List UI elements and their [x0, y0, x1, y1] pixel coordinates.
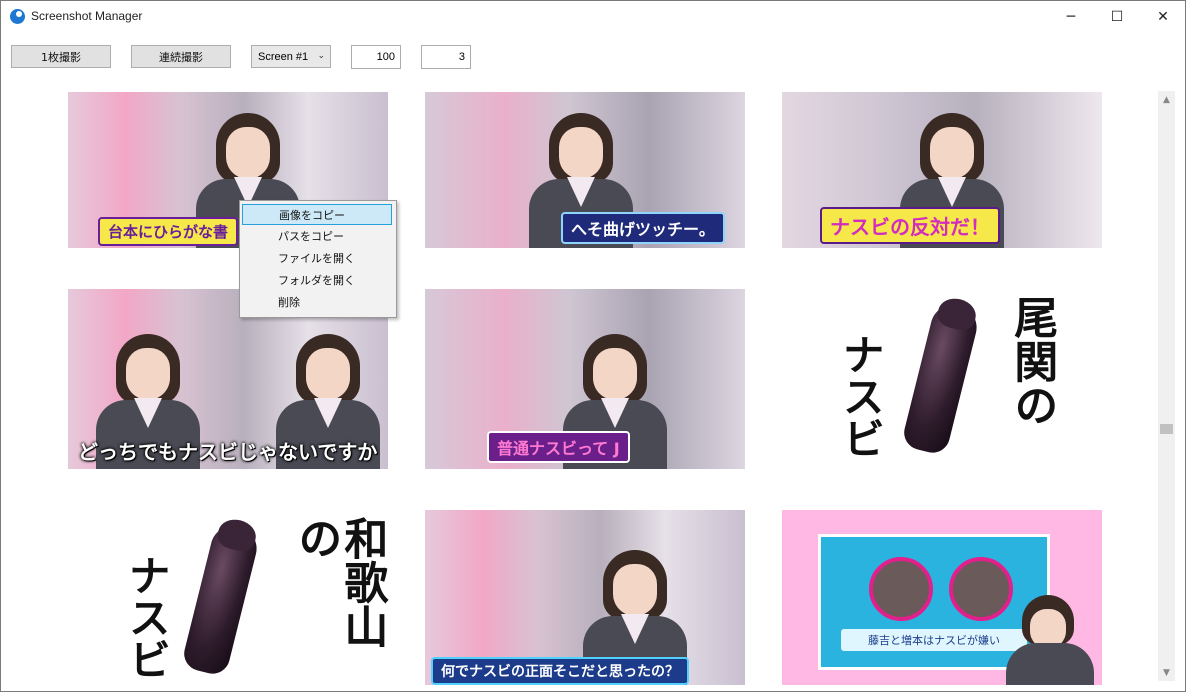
- menu-item-delete[interactable]: 削除: [242, 292, 392, 313]
- thumbnail-3[interactable]: ナスビの反対だ！: [782, 92, 1102, 248]
- eggplant-image: [900, 294, 982, 457]
- menu-item-open-file[interactable]: ファイルを開く: [242, 248, 392, 269]
- screen-select[interactable]: Screen #1 ⌄: [251, 45, 331, 68]
- menu-item-copy-path[interactable]: パスをコピー: [242, 226, 392, 247]
- thumbnail-7[interactable]: 和歌山の ナスビ: [68, 510, 388, 690]
- menu-item-open-folder[interactable]: フォルダを開く: [242, 270, 392, 291]
- thumbnail-caption: 普通ナスビって J: [487, 431, 630, 463]
- title-bar: Screenshot Manager ─ ☐ ✕: [1, 1, 1185, 32]
- minimize-icon: ─: [1066, 8, 1076, 25]
- portrait-circle: [869, 557, 933, 621]
- thumbnail-caption: 台本にひらがな書: [98, 217, 239, 246]
- thumbnail-caption: へそ曲げツッチー。: [561, 212, 725, 244]
- continuous-shot-button[interactable]: 連続撮影: [131, 45, 231, 68]
- sticker-text-1: 和歌山の: [290, 516, 388, 648]
- sticker-text-1: 尾関の: [1006, 295, 1058, 427]
- thumbnail-6[interactable]: 尾関の ナスビ: [782, 289, 1102, 469]
- thumbnail-gallery: 台本にひらがな書 へそ曲げツッチー。 ナスビの反対だ！ どっちでもナスビじゃない…: [1, 82, 1158, 691]
- maximize-button[interactable]: ☐: [1094, 1, 1140, 32]
- toolbar: 1枚撮影 連続撮影 Screen #1 ⌄ 100 3: [1, 32, 1185, 82]
- window-title: Screenshot Manager: [31, 9, 143, 23]
- close-icon: ✕: [1157, 8, 1169, 25]
- sticker-text-2: ナスビ: [836, 333, 886, 459]
- context-menu: 画像をコピー パスをコピー ファイルを開く フォルダを開く 削除: [239, 200, 397, 318]
- thumbnail-5[interactable]: 普通ナスビって J: [425, 289, 745, 469]
- thumbnail-2[interactable]: へそ曲げツッチー。: [425, 92, 745, 248]
- maximize-icon: ☐: [1110, 8, 1124, 25]
- interval-input[interactable]: 100: [351, 45, 401, 69]
- vertical-scrollbar[interactable]: ▲ ▼: [1158, 91, 1175, 681]
- scroll-up-icon[interactable]: ▲: [1158, 91, 1175, 108]
- sticker-text-2: ナスビ: [122, 554, 172, 680]
- chevron-down-icon: ⌄: [317, 50, 325, 60]
- app-icon: [10, 9, 25, 24]
- thumbnail-8[interactable]: 何でナスビの正面そこだと思ったの？: [425, 510, 745, 685]
- eggplant-image: [180, 515, 262, 678]
- minimize-button[interactable]: ─: [1048, 1, 1094, 32]
- menu-item-copy-image[interactable]: 画像をコピー: [242, 204, 392, 225]
- count-input[interactable]: 3: [421, 45, 471, 69]
- screen-select-value: Screen #1: [258, 50, 309, 63]
- thumbnail-caption: 何でナスビの正面そこだと思ったの？: [431, 657, 689, 685]
- scrollbar-thumb[interactable]: [1160, 424, 1173, 434]
- app-window: Screenshot Manager ─ ☐ ✕ 1枚撮影 連続撮影 Scree…: [0, 0, 1186, 692]
- scroll-down-icon[interactable]: ▼: [1158, 664, 1175, 681]
- close-button[interactable]: ✕: [1140, 1, 1185, 32]
- thumbnail-caption: ナスビの反対だ！: [820, 207, 1000, 244]
- single-shot-button[interactable]: 1枚撮影: [11, 45, 111, 68]
- person-figure: [1000, 595, 1100, 685]
- thumbnail-caption: どっちでもナスビじゃないですか: [78, 440, 378, 464]
- thumbnail-9[interactable]: 藤吉と増本はナスビが嫌い: [782, 510, 1102, 685]
